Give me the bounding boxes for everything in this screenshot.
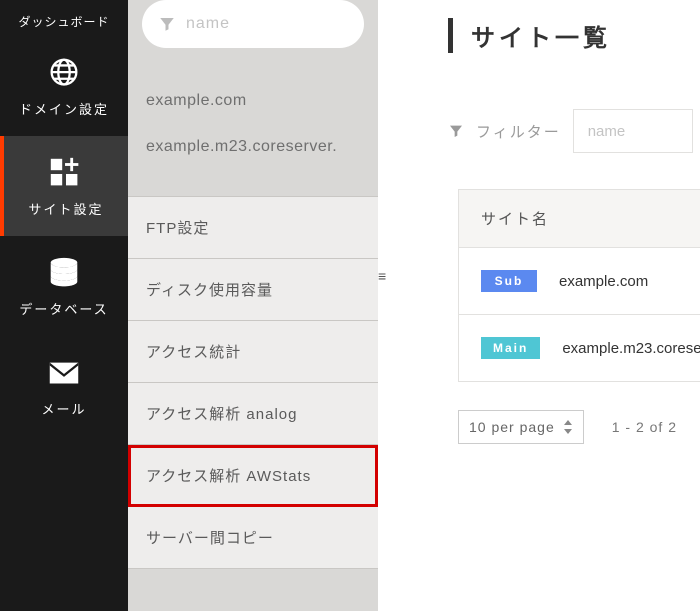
menu-awstats[interactable]: アクセス解析 AWStats [128, 445, 378, 507]
table-row[interactable]: Sub example.com [459, 248, 700, 315]
menu-analog[interactable]: アクセス解析 analog [128, 383, 378, 445]
sidebar-item-label: メール [41, 399, 86, 418]
filter-icon [448, 123, 464, 139]
per-page-label: 10 per page [469, 419, 555, 435]
menu-server-copy[interactable]: サーバー間コピー [128, 507, 378, 569]
subpanel-site-item[interactable]: example.com [146, 78, 360, 124]
sidebar-item-mail[interactable]: メール [0, 336, 128, 436]
sidebar-item-site[interactable]: サイト設定 [0, 136, 128, 236]
pager-range: 1 - 2 of 2 [612, 419, 677, 435]
menu-access-stats[interactable]: アクセス統計 [128, 321, 378, 383]
pager: 10 per page 1 - 2 of 2 [458, 410, 700, 444]
menu-ftp[interactable]: FTP設定 [128, 197, 378, 259]
main-filter-input[interactable] [573, 109, 693, 153]
sidebar: ダッシュボード ドメイン設定 サイト設定 [0, 0, 128, 611]
subpanel-menu: FTP設定 ディスク使用容量 アクセス統計 アクセス解析 analog アクセス… [128, 196, 378, 569]
sidebar-item-database[interactable]: データベース [0, 236, 128, 336]
site-subpanel: example.com example.m23.coreserver. FTP設… [128, 0, 378, 611]
sidebar-item-label: ドメイン設定 [19, 99, 109, 118]
subpanel-filter-input[interactable] [186, 15, 348, 33]
page-title: サイト一覧 [448, 18, 700, 53]
subpanel-site-item[interactable]: example.m23.coreserver. [146, 124, 360, 170]
main-filter-row: フィルター [448, 109, 700, 153]
sidebar-item-dashboard[interactable]: ダッシュボード [0, 0, 128, 36]
grid-add-icon [47, 155, 85, 189]
badge-main: Main [481, 337, 540, 359]
sidebar-item-label: ダッシュボード [18, 13, 109, 30]
site-name: example.m23.coreserver [562, 340, 700, 357]
filter-label: フィルター [476, 121, 561, 142]
database-icon [45, 255, 83, 289]
subpanel-filter[interactable] [142, 0, 364, 48]
filter-icon [158, 15, 176, 33]
sidebar-item-domain[interactable]: ドメイン設定 [0, 36, 128, 136]
main-content: サイト一覧 フィルター サイト名 Sub example.com Main ex… [378, 0, 700, 611]
table-header: サイト名 [459, 190, 700, 248]
sidebar-item-label: サイト設定 [28, 199, 103, 218]
badge-sub: Sub [481, 270, 537, 292]
site-table: サイト名 Sub example.com Main example.m23.co… [458, 189, 700, 382]
mail-icon [45, 355, 83, 389]
sidebar-item-label: データベース [19, 299, 108, 318]
stepper-icon [563, 420, 573, 434]
menu-disk[interactable]: ディスク使用容量 [128, 259, 378, 321]
table-row[interactable]: Main example.m23.coreserver [459, 315, 700, 381]
site-name: example.com [559, 273, 648, 290]
globe-icon [45, 55, 83, 89]
per-page-select[interactable]: 10 per page [458, 410, 584, 444]
subpanel-site-list: example.com example.m23.coreserver. [128, 66, 378, 196]
